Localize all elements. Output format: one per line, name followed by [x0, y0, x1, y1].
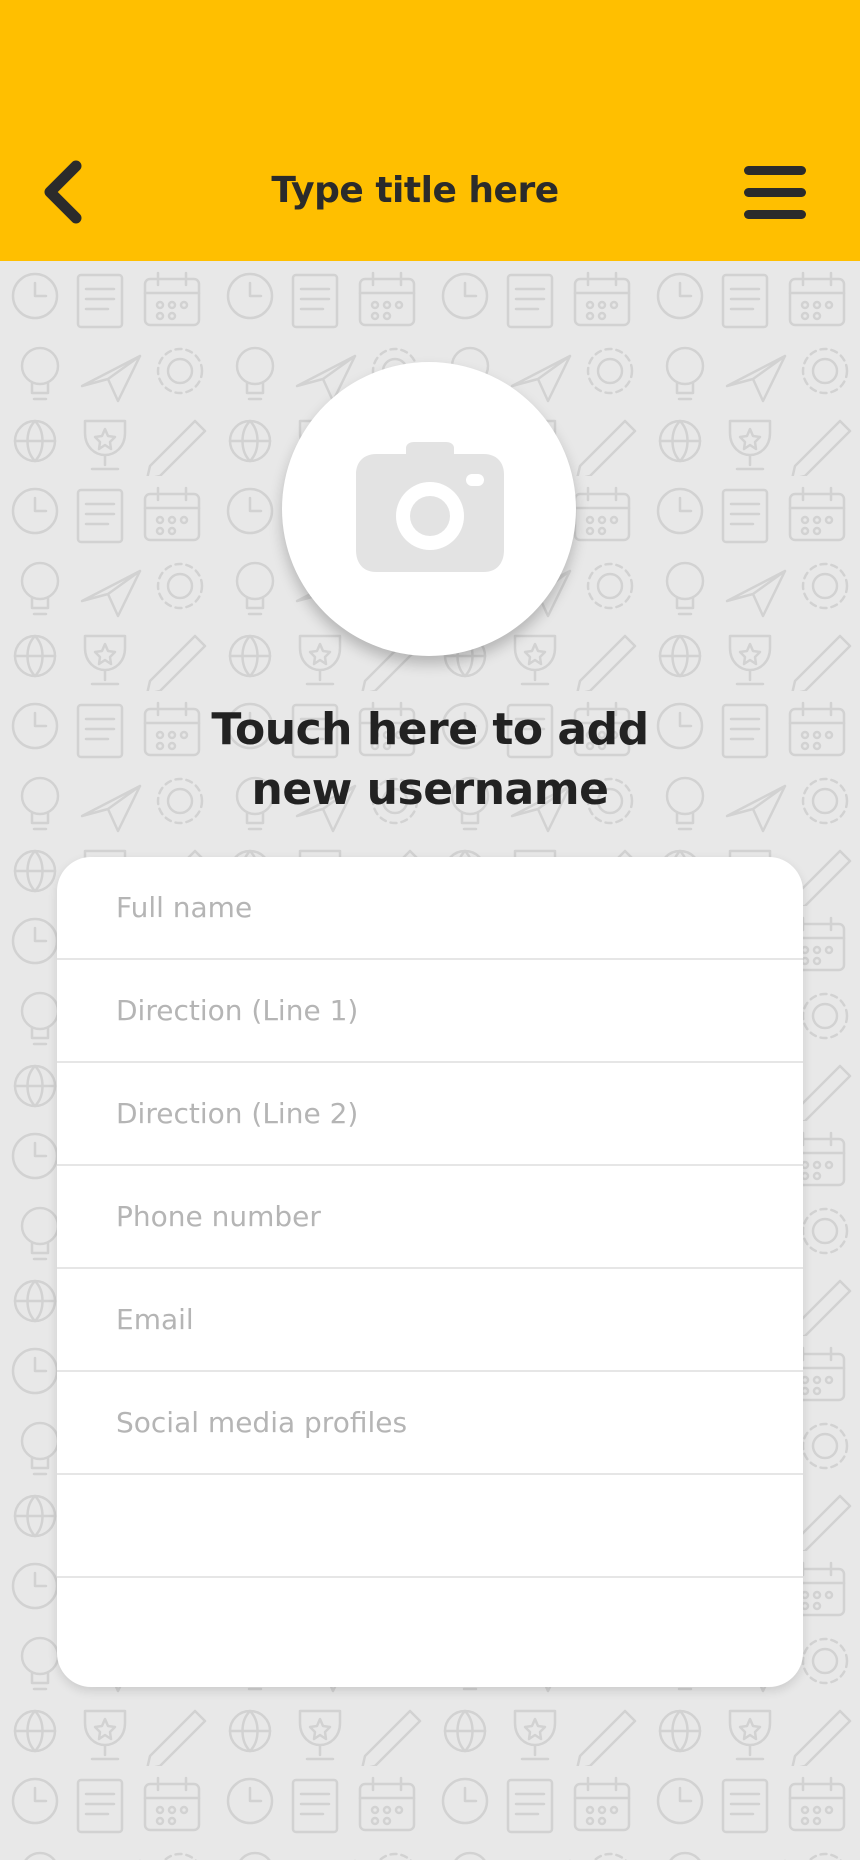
- extra-input-2[interactable]: [116, 1578, 756, 1681]
- back-button[interactable]: [36, 158, 96, 228]
- camera-icon: [356, 442, 504, 572]
- direction-line2-input[interactable]: [116, 1063, 756, 1164]
- hamburger-menu-icon: [744, 188, 806, 197]
- form-row: [57, 1475, 803, 1578]
- form-row: [57, 1269, 803, 1372]
- email-input[interactable]: [116, 1269, 756, 1370]
- menu-button[interactable]: [742, 162, 810, 222]
- form-row: [57, 1372, 803, 1475]
- add-username-line1: Touch here to add: [211, 704, 649, 755]
- social-media-input[interactable]: [116, 1372, 756, 1473]
- app-header: Type title here: [0, 0, 860, 261]
- form-row: [57, 960, 803, 1063]
- full-name-input[interactable]: [116, 857, 756, 958]
- profile-form-card: [57, 857, 803, 1687]
- extra-input-1[interactable]: [116, 1475, 756, 1576]
- hamburger-menu-icon: [744, 210, 806, 219]
- direction-line1-input[interactable]: [116, 960, 756, 1061]
- hamburger-menu-icon: [744, 166, 806, 175]
- phone-number-input[interactable]: [116, 1166, 756, 1267]
- add-photo-button[interactable]: [282, 362, 576, 656]
- add-username-prompt[interactable]: Touch here to add new username: [130, 700, 730, 820]
- add-username-line2: new username: [251, 764, 609, 815]
- page-title: Type title here: [271, 170, 559, 211]
- form-row: [57, 1063, 803, 1166]
- form-row: [57, 857, 803, 960]
- form-row: [57, 1578, 803, 1681]
- chevron-left-icon: [44, 160, 82, 224]
- form-row: [57, 1166, 803, 1269]
